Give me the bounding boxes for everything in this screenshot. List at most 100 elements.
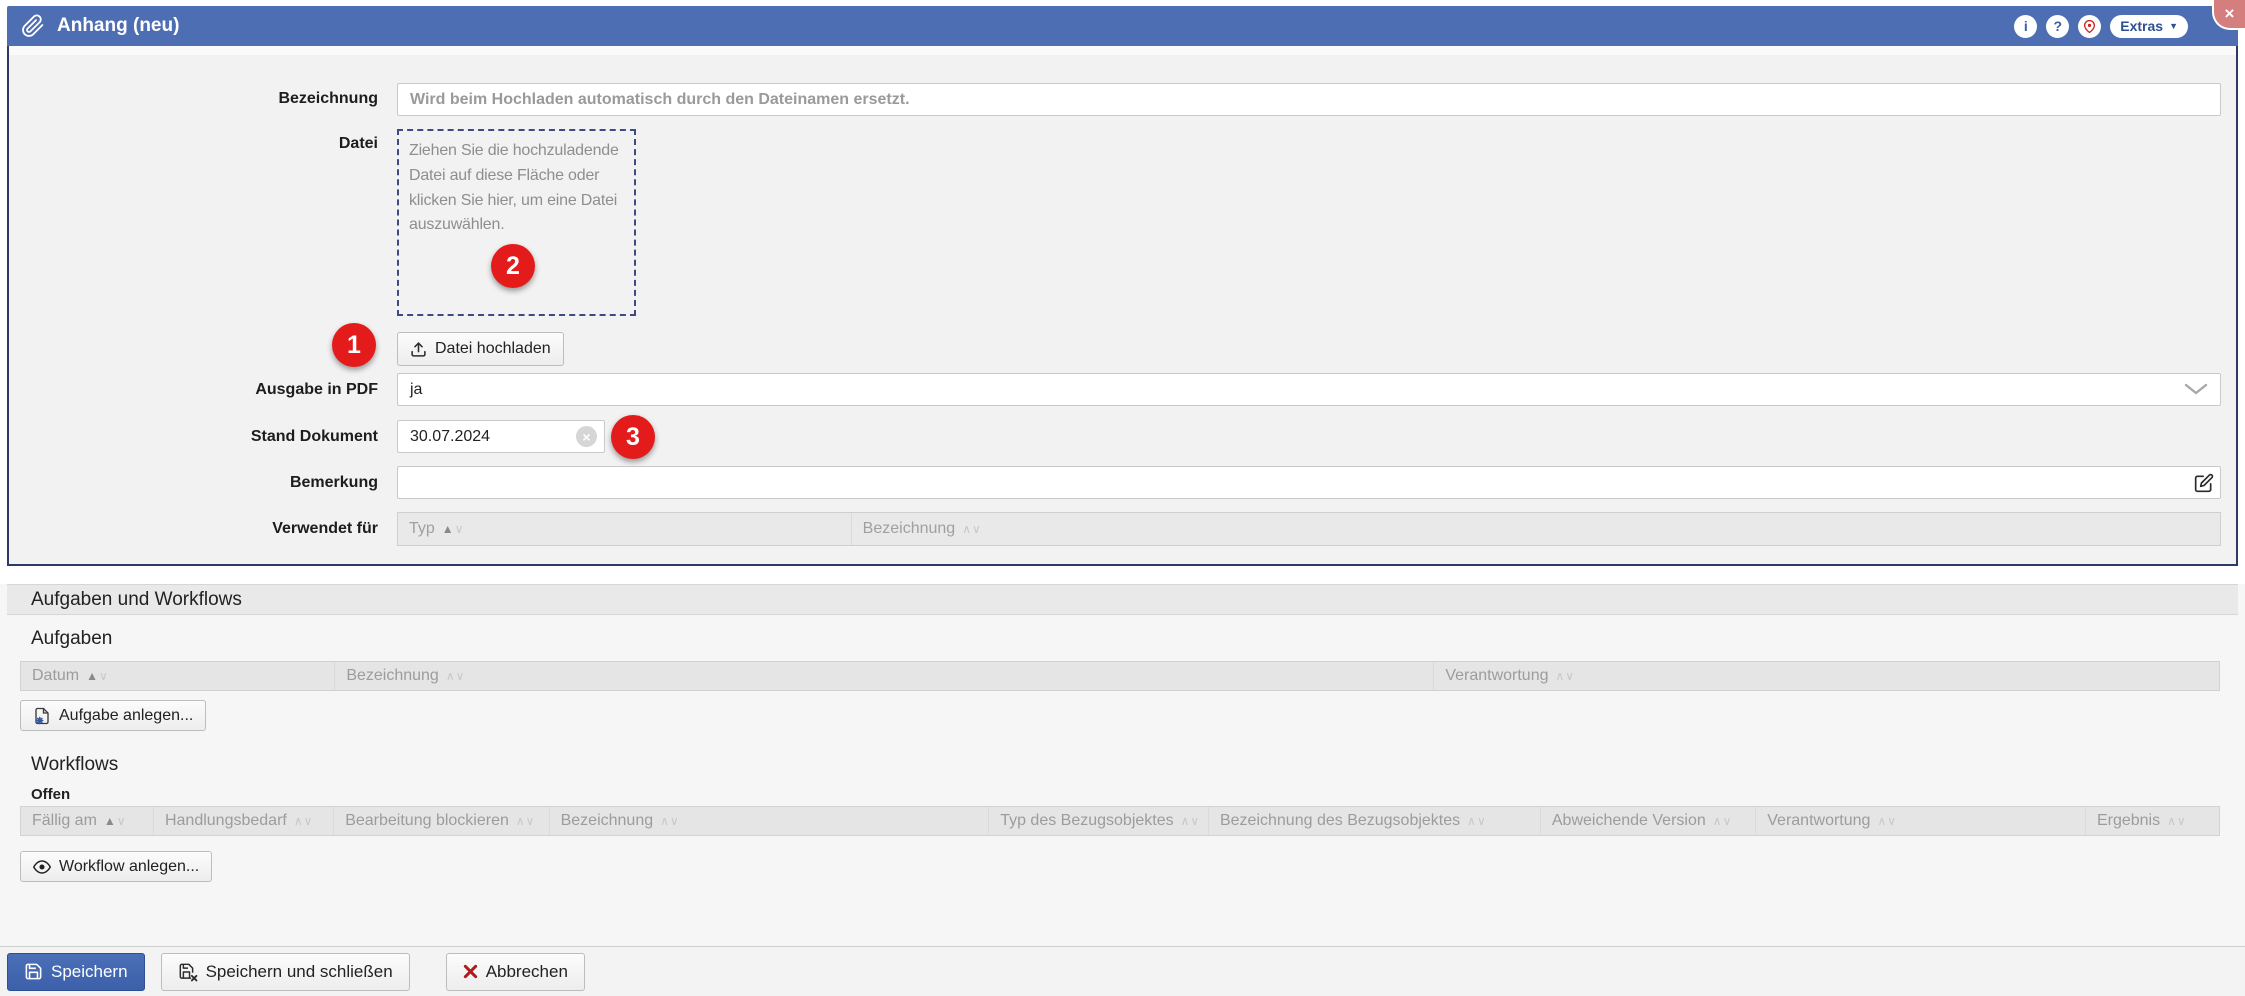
workflows-title: Workflows bbox=[31, 754, 118, 776]
upload-button-label: Datei hochladen bbox=[435, 340, 551, 358]
create-workflow-button[interactable]: Workflow anlegen... bbox=[20, 851, 212, 882]
window-titlebar: Anhang (neu) i ? Extras ▼ bbox=[7, 6, 2238, 46]
aufgaben-table-header: Datum ▲∨ Bezeichnung ∧∨ Verantwortung∧∨ bbox=[20, 661, 2220, 691]
ausgabe-pdf-value: ja bbox=[410, 381, 422, 399]
save-close-icon bbox=[178, 962, 198, 982]
create-task-button[interactable]: Aufgabe anlegen... bbox=[20, 700, 206, 731]
column-header-ergebnis[interactable]: Ergebnis ∧∨ bbox=[2086, 807, 2219, 835]
verwendet-fuer-table-header: Typ ▲∨ Bezeichnung ∧∨ bbox=[397, 512, 2221, 546]
cancel-label: Abbrechen bbox=[486, 962, 568, 982]
close-icon: × bbox=[2225, 4, 2235, 24]
lower-section-background bbox=[0, 584, 2245, 996]
workflows-status-label: Offen bbox=[31, 786, 70, 803]
help-icon: ? bbox=[2053, 18, 2062, 34]
extras-label: Extras bbox=[2120, 18, 2163, 34]
column-header-abweichende-version[interactable]: Abweichende Version∧∨ bbox=[1541, 807, 1756, 835]
column-header-bezeichnung[interactable]: Bezeichnung ∧∨ bbox=[335, 662, 1434, 690]
save-and-close-button[interactable]: Speichern und schließen bbox=[161, 953, 410, 991]
dropzone-hint: Ziehen Sie die hochzuladende Datei auf d… bbox=[409, 142, 619, 233]
save-and-close-label: Speichern und schließen bbox=[206, 962, 393, 982]
sort-icons: ∧∨ bbox=[1467, 812, 1487, 830]
workflows-table-header: Fällig am▲∨Handlungsbedarf∧∨Bearbeitung … bbox=[20, 806, 2220, 836]
chevron-down-icon: ▼ bbox=[2169, 22, 2178, 31]
aufgaben-title: Aufgaben bbox=[31, 628, 112, 650]
column-header-bezeichnung[interactable]: Bezeichnung ∧∨ bbox=[550, 807, 990, 835]
sort-icons: ∧∨ bbox=[660, 812, 680, 830]
page-title: Anhang (neu) bbox=[57, 15, 179, 37]
sort-icons: ▲∨ bbox=[86, 667, 109, 685]
upload-file-button[interactable]: Datei hochladen bbox=[397, 332, 564, 366]
sort-icons: ∧∨ bbox=[2167, 812, 2187, 830]
upload-icon bbox=[410, 341, 427, 358]
sort-icons: ∧∨ bbox=[294, 812, 314, 830]
column-label: Verantwortung bbox=[1767, 812, 1870, 830]
column-header-handlungsbedarf[interactable]: Handlungsbedarf∧∨ bbox=[154, 807, 334, 835]
datei-label: Datei bbox=[178, 135, 378, 153]
stand-dokument-input[interactable] bbox=[397, 420, 605, 453]
titlebar-actions: i ? Extras ▼ bbox=[2014, 15, 2188, 38]
column-label: Bearbeitung blockieren bbox=[345, 812, 509, 830]
file-dropzone[interactable]: Ziehen Sie die hochzuladende Datei auf d… bbox=[397, 129, 636, 316]
bemerkung-field bbox=[397, 466, 2221, 499]
bezeichnung-label: Bezeichnung bbox=[178, 90, 378, 108]
stand-dokument-field: × bbox=[397, 420, 605, 453]
attachment-window: Anhang (neu) i ? Extras ▼ × Bezeichnung bbox=[0, 0, 2245, 996]
edit-note-button[interactable] bbox=[2192, 471, 2215, 494]
ausgabe-pdf-select[interactable]: ja bbox=[397, 373, 2221, 406]
sort-icons: ∧∨ bbox=[1181, 812, 1201, 830]
save-icon bbox=[24, 962, 43, 981]
save-label: Speichern bbox=[51, 962, 128, 982]
sort-icons: ∧∨ bbox=[1877, 812, 1897, 830]
bemerkung-label: Bemerkung bbox=[178, 474, 378, 492]
column-header-typ-des-bezugsobjektes[interactable]: Typ des Bezugsobjektes∧∨ bbox=[989, 807, 1209, 835]
column-label: Typ bbox=[409, 520, 435, 538]
annotation-badge-3: 3 bbox=[611, 415, 655, 459]
chevron-down-icon bbox=[2184, 383, 2208, 396]
info-button[interactable]: i bbox=[2014, 15, 2037, 38]
column-header-fällig-am[interactable]: Fällig am ▲∨ bbox=[21, 807, 154, 835]
column-label: Bezeichnung bbox=[863, 520, 956, 538]
column-label: Bezeichnung bbox=[346, 667, 439, 685]
extras-button[interactable]: Extras ▼ bbox=[2110, 15, 2188, 38]
column-label: Ergebnis bbox=[2097, 812, 2160, 830]
cancel-button[interactable]: Abbrechen bbox=[446, 953, 585, 991]
column-label: Verantwortung bbox=[1445, 667, 1548, 685]
create-workflow-label: Workflow anlegen... bbox=[59, 858, 199, 876]
new-task-icon bbox=[33, 707, 51, 725]
bemerkung-input[interactable] bbox=[397, 466, 2221, 499]
annotation-badge-1: 1 bbox=[332, 323, 376, 367]
column-header-typ[interactable]: Typ ▲∨ bbox=[398, 513, 852, 545]
cancel-x-icon bbox=[463, 964, 478, 979]
sort-icons: ∧∨ bbox=[516, 812, 536, 830]
column-header-bezeichnung-des-bezugsobjektes[interactable]: Bezeichnung des Bezugsobjektes ∧∨ bbox=[1209, 807, 1541, 835]
column-header-bezeichnung[interactable]: Bezeichnung ∧∨ bbox=[852, 513, 2220, 545]
sort-icons: ∧∨ bbox=[962, 520, 982, 538]
clear-icon: × bbox=[582, 429, 590, 445]
info-icon: i bbox=[2024, 18, 2028, 34]
column-header-verantwortung[interactable]: Verantwortung ∧∨ bbox=[1756, 807, 2086, 835]
column-label: Bezeichnung bbox=[561, 812, 654, 830]
eye-icon bbox=[33, 858, 51, 876]
sort-icons: ▲∨ bbox=[104, 812, 127, 830]
annotation-badge-2: 2 bbox=[491, 244, 535, 288]
column-header-bearbeitung-blockieren[interactable]: Bearbeitung blockieren ∧∨ bbox=[334, 807, 549, 835]
help-button[interactable]: ? bbox=[2046, 15, 2069, 38]
column-header-verantwortung[interactable]: Verantwortung∧∨ bbox=[1434, 662, 2219, 690]
section-aufgaben-workflows: Aufgaben und Workflows bbox=[7, 584, 2238, 615]
column-header-datum[interactable]: Datum ▲∨ bbox=[21, 662, 335, 690]
save-button[interactable]: Speichern bbox=[7, 953, 145, 991]
sort-icons: ▲∨ bbox=[442, 520, 465, 538]
create-task-label: Aufgabe anlegen... bbox=[59, 707, 193, 725]
pin-button[interactable] bbox=[2078, 15, 2101, 38]
column-label: Abweichende Version bbox=[1552, 812, 1706, 830]
bezeichnung-input[interactable] bbox=[397, 83, 2221, 116]
sort-icons: ∧∨ bbox=[446, 667, 466, 685]
section-title: Aufgaben und Workflows bbox=[31, 589, 242, 611]
column-label: Datum bbox=[32, 667, 79, 685]
column-label: Bezeichnung des Bezugsobjektes bbox=[1220, 812, 1460, 830]
pin-icon bbox=[2083, 20, 2096, 33]
verwendet-fuer-label: Verwendet für bbox=[178, 520, 378, 538]
clear-date-button[interactable]: × bbox=[576, 426, 597, 447]
column-label: Fällig am bbox=[32, 812, 97, 830]
paperclip-icon bbox=[21, 14, 45, 38]
